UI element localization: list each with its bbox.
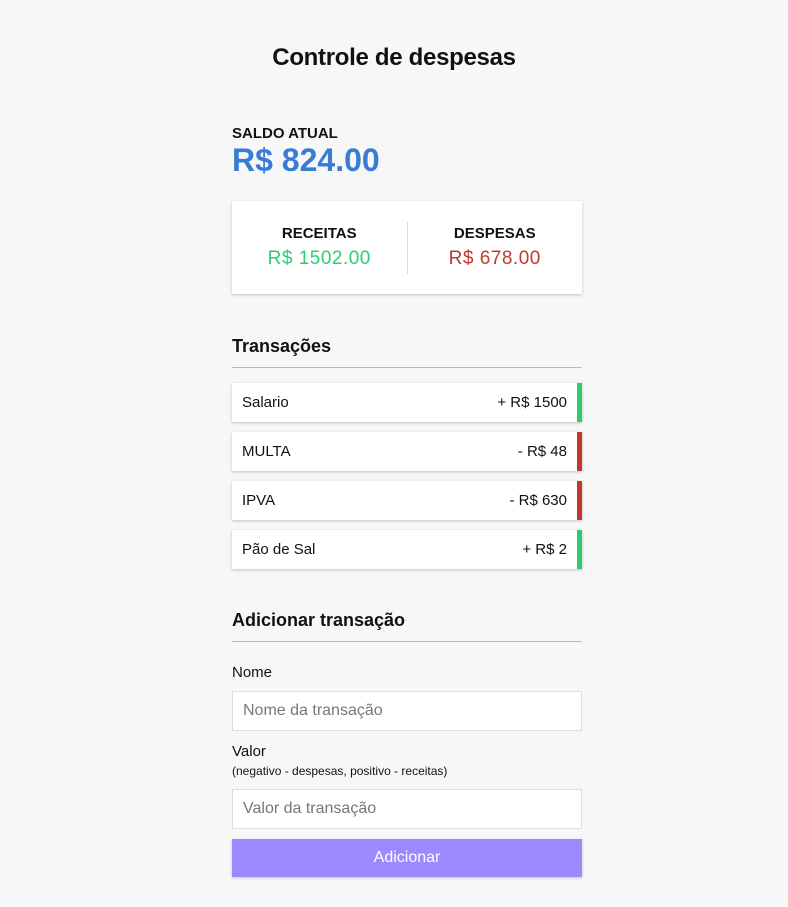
expense-label: DESPESAS [453, 225, 536, 242]
transaction-amount: + R$ 1500 [497, 394, 567, 411]
transactions-title: Transações [232, 336, 582, 368]
expense-value: R$ 678.00 [448, 248, 541, 269]
transaction-name: MULTA [242, 443, 291, 460]
transaction-name-input[interactable] [232, 691, 582, 731]
transaction-name: IPVA [242, 492, 276, 509]
transaction-name: Pão de Sal [242, 541, 316, 558]
income-label: RECEITAS [281, 225, 357, 242]
transaction-value-input[interactable] [232, 789, 582, 829]
transaction-item[interactable]: IPVA - R$ 630 [232, 481, 582, 520]
income-value: R$ 1502.00 [267, 248, 371, 269]
transaction-amount: - R$ 48 [517, 443, 567, 460]
transaction-name: Salario [242, 394, 289, 411]
balance-label: SALDO ATUAL [232, 125, 338, 142]
transaction-item[interactable]: MULTA - R$ 48 [232, 432, 582, 471]
balance-value: R$ 824.00 [232, 142, 380, 178]
income-summary: RECEITAS R$ 1502.00 [232, 225, 407, 270]
transaction-item[interactable]: Salario + R$ 1500 [232, 383, 582, 422]
add-transaction-title: Adicionar transação [232, 610, 582, 642]
expense-summary: DESPESAS R$ 678.00 [408, 225, 583, 270]
value-label: Valor [232, 743, 266, 760]
transaction-amount: + R$ 2 [522, 541, 567, 558]
summary-card: RECEITAS R$ 1502.00 DESPESAS R$ 678.00 [232, 201, 582, 294]
page-title: Controle de despesas [272, 44, 516, 71]
transaction-amount: - R$ 630 [509, 492, 567, 509]
transaction-item[interactable]: Pão de Sal + R$ 2 [232, 530, 582, 569]
transactions-list: Salario + R$ 1500 MULTA - R$ 48 IPVA - R… [232, 383, 582, 579]
name-label: Nome [232, 664, 273, 681]
value-hint: (negativo - despesas, positivo - receita… [232, 764, 448, 778]
add-transaction-button[interactable]: Adicionar [232, 839, 582, 877]
